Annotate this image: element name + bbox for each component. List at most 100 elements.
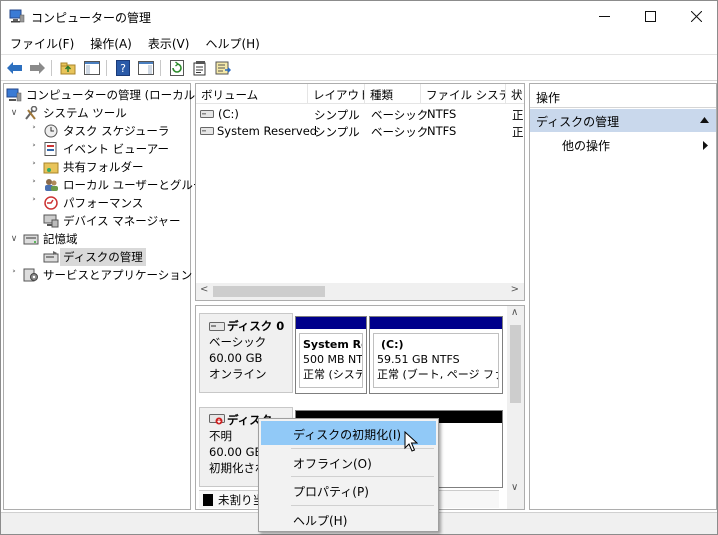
table-row[interactable]: (C:) シンプル ベーシック NTFS 正 — [196, 106, 524, 123]
actions-section-disk-management[interactable]: ディスクの管理 — [530, 109, 716, 132]
volume-layout: シンプル — [314, 125, 360, 139]
mouse-pointer-icon — [404, 431, 418, 452]
properties-button[interactable] — [191, 59, 209, 77]
partition-c-drive[interactable]: (C:) 59.51 GB NTFS 正常 (ブート, ページ ファイ — [369, 316, 503, 394]
tree-item-label: デバイス マネージャー — [63, 214, 181, 228]
disk-error-icon — [209, 414, 225, 425]
menu-item-label: プロパティ(P) — [293, 485, 369, 499]
disk-management-icon — [43, 251, 59, 263]
partition-bar — [370, 317, 502, 329]
tree-item-shared-folders[interactable]: ˃ 共有フォルダー — [28, 158, 144, 176]
forward-button[interactable] — [28, 59, 46, 77]
window-title: コンピューターの管理 — [31, 11, 152, 25]
show-pane-button[interactable] — [137, 59, 155, 77]
disk-0-label[interactable]: ディスク 0 ベーシック 60.00 GB オンライン — [199, 313, 293, 393]
more-actions-item[interactable]: 他の操作 — [562, 137, 610, 154]
disk-icon — [209, 321, 225, 331]
chevron-down-icon[interactable]: ∨ — [8, 234, 20, 244]
column-header-type[interactable]: 種類 — [365, 84, 421, 104]
minimize-button[interactable] — [581, 1, 627, 32]
scrollbar-thumb[interactable] — [213, 286, 325, 297]
computer-management-icon — [9, 9, 25, 23]
tree-item-label: ディスクの管理 — [60, 248, 146, 266]
partition-bar — [296, 317, 366, 329]
refresh-icon — [170, 60, 184, 76]
back-icon — [7, 62, 22, 74]
partition-size: 500 MB NTI — [303, 353, 363, 366]
show-hide-tree-button[interactable] — [83, 59, 101, 77]
tree-item-label: 記憶域 — [43, 232, 78, 246]
title-bar: コンピューターの管理 — [1, 1, 717, 32]
back-button[interactable] — [6, 59, 24, 77]
horizontal-scrollbar[interactable]: < > — [196, 283, 524, 300]
chevron-down-icon[interactable]: ∨ — [8, 108, 20, 118]
tree-item-label: サービスとアプリケーション — [43, 268, 193, 282]
scrollbar-thumb[interactable] — [510, 325, 521, 403]
submenu-arrow-icon — [703, 141, 708, 150]
volume-status: 正 — [512, 108, 524, 122]
table-row[interactable]: System Reserved シンプル ベーシック NTFS 正 — [196, 123, 524, 140]
more-actions-label: 他の操作 — [562, 139, 611, 153]
tree-item-label: イベント ビューアー — [63, 142, 170, 156]
scroll-up-icon[interactable]: ∧ — [511, 307, 518, 318]
chevron-right-icon[interactable]: ˃ — [8, 270, 20, 280]
volume-list-header: ボリューム レイアウト 種類 ファイル システム 状 — [196, 84, 524, 104]
menu-separator — [291, 476, 434, 477]
tree-item-services-apps[interactable]: ˃ サービスとアプリケーション — [8, 266, 193, 284]
menu-separator — [291, 505, 434, 506]
tree-item-task-scheduler[interactable]: ˃ タスク スケジューラ — [28, 122, 170, 140]
collapse-up-icon[interactable] — [700, 117, 709, 123]
column-header-filesystem[interactable]: ファイル システム — [421, 84, 506, 104]
refresh-button[interactable] — [168, 59, 186, 77]
tree-item-disk-management[interactable]: ディスクの管理 — [43, 248, 146, 266]
tree-item-device-manager[interactable]: デバイス マネージャー — [43, 212, 181, 230]
minimize-icon — [598, 15, 610, 17]
vertical-scrollbar[interactable]: ∧ ∨ — [507, 306, 524, 509]
tree-item-performance[interactable]: ˃ パフォーマンス — [28, 194, 144, 212]
up-folder-button[interactable] — [59, 59, 77, 77]
scroll-right-icon[interactable]: > — [511, 284, 519, 295]
toolbar-separator — [160, 60, 161, 76]
menu-item-properties[interactable]: プロパティ(P) — [261, 478, 436, 502]
partition-status: 正常 (ブート, ページ ファイ — [377, 368, 498, 381]
svg-text:?: ? — [120, 62, 126, 75]
menu-item-help[interactable]: ヘルプ(H) — [261, 507, 436, 531]
maximize-button[interactable] — [627, 1, 673, 32]
chevron-right-icon[interactable]: ˃ — [28, 162, 40, 172]
volume-status: 正 — [512, 125, 524, 139]
tree-item-event-viewer[interactable]: ˃ イベント ビューアー — [28, 140, 169, 158]
forward-icon — [30, 62, 45, 74]
scroll-down-icon[interactable]: ∨ — [511, 482, 518, 493]
column-header-layout[interactable]: レイアウト — [308, 84, 365, 104]
menu-view[interactable]: 表示(V) — [139, 32, 197, 54]
chevron-right-icon[interactable]: ˃ — [28, 180, 40, 190]
chevron-right-icon[interactable]: ˃ — [28, 126, 40, 136]
menu-file[interactable]: ファイル(F) — [1, 32, 81, 54]
tree-item-root[interactable]: コンピューターの管理 (ローカル) — [6, 86, 200, 104]
column-header-status[interactable]: 状 — [506, 84, 524, 104]
properties-icon — [193, 61, 206, 76]
menu-action[interactable]: 操作(A) — [81, 32, 139, 54]
export-button[interactable] — [214, 59, 232, 77]
performance-icon — [44, 196, 58, 210]
menu-item-label: ディスクの初期化(I) — [293, 428, 402, 442]
disk-size: 60.00 GB — [209, 351, 263, 365]
volume-name: (C:) — [218, 107, 239, 121]
scroll-left-icon[interactable]: < — [200, 284, 208, 295]
partition-system-reserved[interactable]: System Res 500 MB NTI 正常 (システ — [295, 316, 367, 394]
column-header-volume[interactable]: ボリューム — [196, 84, 308, 104]
tree-item-system-tools[interactable]: ∨ システム ツール — [8, 104, 127, 122]
up-folder-icon — [60, 62, 76, 75]
partition-size: 59.51 GB NTFS — [377, 353, 460, 366]
volume-type: ベーシック — [371, 108, 429, 122]
clock-icon — [44, 124, 58, 138]
menu-item-offline[interactable]: オフライン(O) — [261, 450, 436, 474]
help-button[interactable]: ? — [114, 59, 132, 77]
export-icon — [215, 61, 231, 75]
close-button[interactable] — [673, 1, 718, 32]
tree-item-local-users[interactable]: ˃ ローカル ユーザーとグループ — [28, 176, 215, 194]
chevron-right-icon[interactable]: ˃ — [28, 198, 40, 208]
chevron-right-icon[interactable]: ˃ — [28, 144, 40, 154]
tree-item-storage[interactable]: ∨ 記憶域 — [8, 230, 78, 248]
menu-help[interactable]: ヘルプ(H) — [196, 32, 266, 54]
